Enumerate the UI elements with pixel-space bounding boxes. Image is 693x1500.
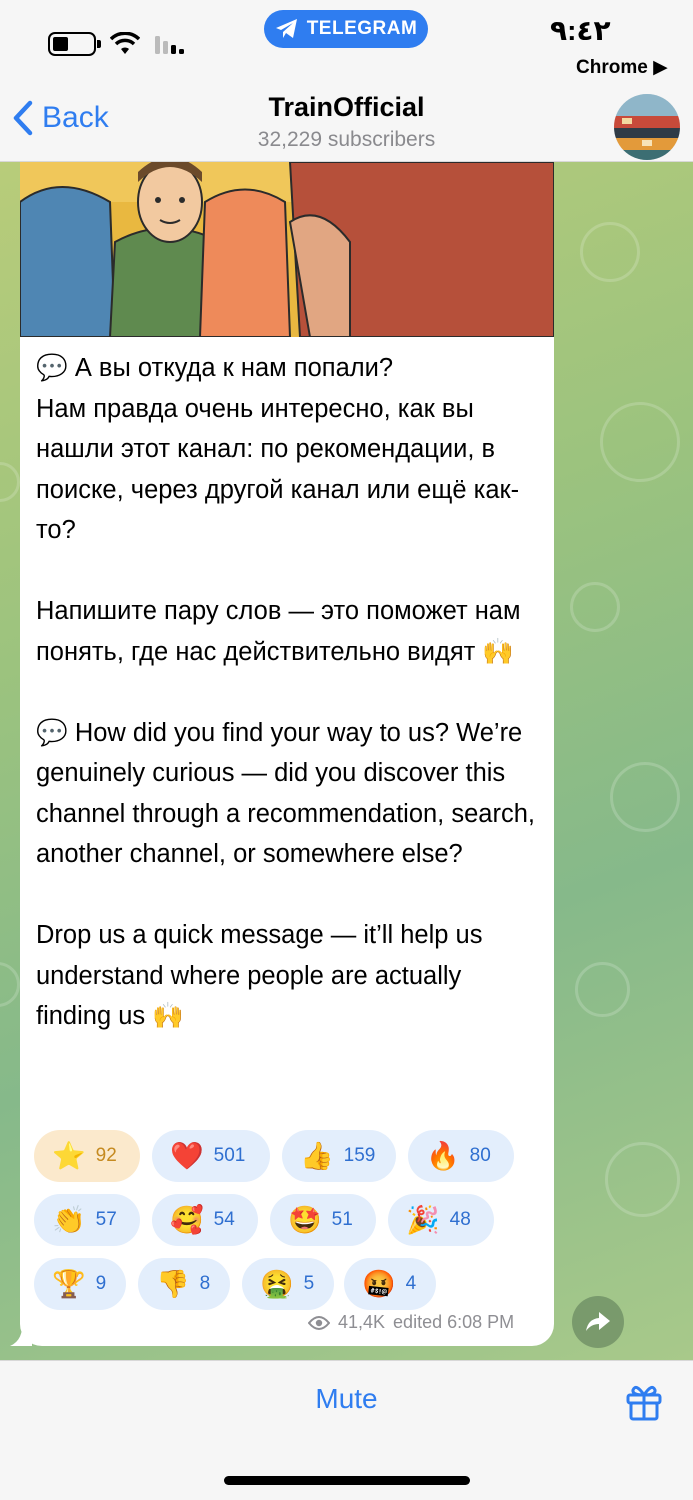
wifi-icon (110, 32, 140, 54)
vomiting-face-icon: 🤮 (260, 1268, 294, 1300)
telegram-pill-label: TELEGRAM (306, 18, 418, 39)
post-illustration[interactable] (20, 162, 554, 337)
reaction-fire[interactable]: 🔥 80 (408, 1130, 514, 1182)
reaction-count: 48 (449, 1209, 471, 1230)
fire-icon: 🔥 (426, 1140, 460, 1172)
channel-title[interactable]: TrainOfficial (0, 92, 693, 123)
cursing-face-icon: 🤬 (362, 1268, 396, 1300)
post-meta: 41,4K edited 6:08 PM (308, 1312, 514, 1333)
reaction-heart[interactable]: ❤️ 501 (152, 1130, 270, 1182)
party-popper-icon: 🎉 (406, 1204, 440, 1236)
home-indicator (224, 1476, 470, 1485)
reaction-cursing[interactable]: 🤬 4 (344, 1258, 436, 1310)
reaction-thumbs-up[interactable]: 👍 159 (282, 1130, 396, 1182)
edited-time: edited 6:08 PM (393, 1312, 515, 1332)
clapping-hands-icon: 👏 (52, 1204, 86, 1236)
reaction-count: 54 (213, 1209, 235, 1230)
reaction-smiling-hearts[interactable]: 🥰 54 (152, 1194, 258, 1246)
reaction-count: 92 (95, 1145, 117, 1166)
chat-header: Back TrainOfficial 32,229 subscribers (0, 92, 693, 162)
channel-avatar[interactable] (614, 94, 680, 160)
reaction-star-struck[interactable]: 🤩 51 (270, 1194, 376, 1246)
gift-icon[interactable] (624, 1381, 664, 1421)
reaction-count: 80 (469, 1145, 491, 1166)
star-icon: ⭐ (52, 1140, 86, 1172)
reaction-trophy[interactable]: 🏆 9 (34, 1258, 126, 1310)
post-text: 💬 А вы откуда к нам попали? Нам правда о… (36, 354, 535, 1030)
share-button[interactable] (572, 1296, 624, 1348)
reaction-clap[interactable]: 👏 57 (34, 1194, 140, 1246)
reaction-star[interactable]: ⭐ 92 (34, 1130, 140, 1182)
reaction-count: 8 (199, 1273, 211, 1294)
thumbs-up-icon: 👍 (300, 1140, 334, 1172)
reaction-count: 5 (303, 1273, 315, 1294)
share-icon (586, 1312, 610, 1331)
heart-icon: ❤️ (170, 1140, 204, 1172)
subscriber-count: 32,229 subscribers (257, 128, 436, 151)
trophy-icon: 🏆 (52, 1268, 86, 1300)
smiling-face-hearts-icon: 🥰 (170, 1204, 204, 1236)
thumbs-down-icon: 👎 (156, 1268, 190, 1300)
signal-icon (155, 36, 184, 54)
mute-button[interactable]: Mute (0, 1383, 693, 1415)
reaction-count: 159 (343, 1145, 376, 1166)
reaction-party[interactable]: 🎉 48 (388, 1194, 494, 1246)
telegram-return-pill[interactable]: TELEGRAM (264, 10, 428, 48)
back-to-app-link[interactable]: Chrome ▶ (576, 56, 668, 79)
reaction-vomit[interactable]: 🤮 5 (242, 1258, 334, 1310)
bubble-tail (10, 1320, 32, 1346)
telegram-plane-icon (275, 19, 297, 38)
reaction-count: 4 (405, 1273, 417, 1294)
reaction-count: 51 (331, 1209, 353, 1230)
reaction-count: 501 (213, 1145, 246, 1166)
status-bar: TELEGRAM ٩:٤٢ Chrome ▶ (0, 0, 693, 92)
battery-icon (48, 32, 101, 56)
eye-icon (308, 1315, 330, 1330)
reaction-count: 9 (95, 1273, 107, 1294)
reaction-thumbs-down[interactable]: 👎 8 (138, 1258, 230, 1310)
channel-post-bubble: 💬 А вы откуда к нам попали? Нам правда о… (20, 162, 554, 1346)
view-count: 41,4K (338, 1312, 386, 1332)
clock: ٩:٤٢ (550, 15, 611, 46)
reaction-count: 57 (95, 1209, 117, 1230)
system-icons (48, 32, 190, 56)
star-struck-icon: 🤩 (288, 1204, 322, 1236)
